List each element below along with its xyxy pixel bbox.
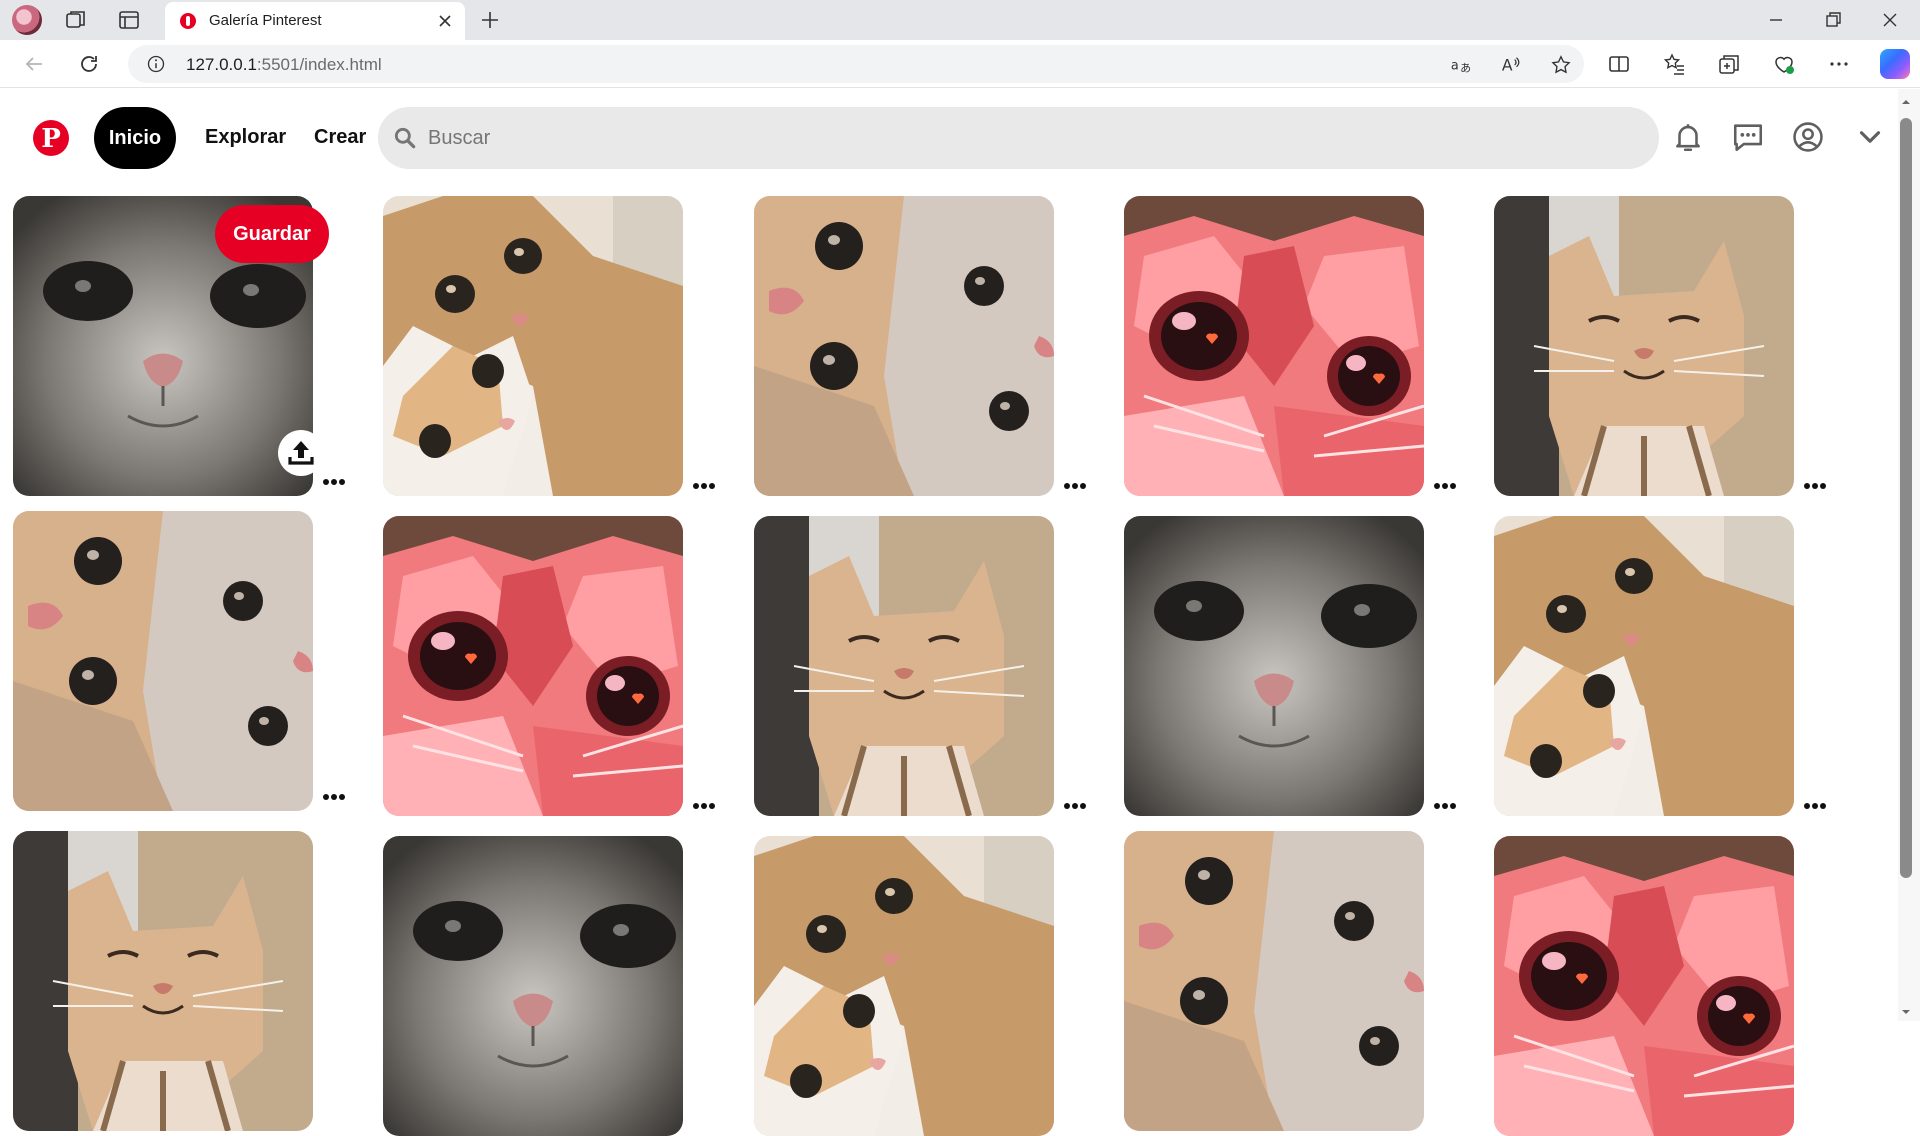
pin-card[interactable] [1494,836,1794,1136]
pin-card[interactable] [754,836,1054,1136]
cats-selfie-image [1124,831,1424,1131]
cats-hugging-image [383,196,683,496]
favorite-star-icon[interactable] [1550,54,1572,76]
read-aloud-icon[interactable]: A [1500,54,1522,76]
more-dots-icon[interactable] [1064,801,1090,811]
more-dots-icon[interactable] [693,481,719,491]
refresh-icon[interactable] [77,52,101,76]
pin-card[interactable] [383,516,683,816]
cats-selfie-image [754,196,1054,496]
url-bar[interactable]: 127.0.0.1:5501/index.html aあ A [128,45,1584,83]
favorites-icon[interactable] [1662,52,1686,76]
cats-hugging-image [754,836,1054,1136]
workspaces-icon[interactable] [64,8,88,32]
more-dots-icon[interactable] [1064,481,1090,491]
pin-card[interactable] [1494,196,1794,496]
svg-text:あ: あ [1460,61,1471,74]
scroll-up-icon[interactable] [1900,96,1912,108]
bell-icon[interactable] [1671,120,1705,154]
cat-smiling-tabby-image [13,831,313,1131]
cat-pink-art-image [383,516,683,816]
tab-title: Galería Pinterest [209,12,322,29]
back-icon[interactable] [22,52,46,76]
svg-text:A: A [1502,57,1513,75]
minimize-icon[interactable] [1764,8,1788,32]
save-button[interactable]: Guardar [215,205,329,263]
more-dots-icon[interactable] [1434,801,1460,811]
scroll-down-icon[interactable] [1900,1006,1912,1018]
browser-tab-active[interactable]: Galería Pinterest [165,2,465,40]
pin-card[interactable] [13,511,313,811]
pin-card[interactable] [13,831,313,1131]
scroll-thumb[interactable] [1900,118,1912,878]
create-link[interactable]: Crear [314,126,366,149]
cat-white-closeup-image [383,836,683,1136]
translate-icon[interactable]: aあ [1450,54,1472,76]
cat-smiling-tabby-image [754,516,1054,816]
user-icon[interactable] [1791,120,1825,154]
more-dots-icon[interactable] [323,792,349,802]
tab-actions-icon[interactable] [117,8,141,32]
cat-smiling-tabby-image [1494,196,1794,496]
cat-pink-art-image [1124,196,1424,496]
search-bar[interactable] [378,107,1659,169]
pin-card[interactable] [383,836,683,1136]
browser-essentials-icon[interactable] [1772,52,1796,76]
upload-icon [288,441,314,465]
pin-card[interactable] [1124,516,1424,816]
more-dots-icon[interactable] [1804,481,1830,491]
split-screen-icon[interactable] [1607,52,1631,76]
cats-selfie-image [13,511,313,811]
more-dots-icon[interactable] [1434,481,1460,491]
close-window-icon[interactable] [1878,8,1902,32]
browser-tab-strip: Galería Pinterest [0,0,1920,40]
more-dots-icon[interactable] [1804,801,1830,811]
new-tab-icon[interactable] [478,8,502,32]
chat-icon[interactable] [1731,120,1765,154]
pinterest-logo-icon[interactable]: P [33,120,69,156]
pin-card[interactable] [754,196,1054,496]
cats-hugging-image [1494,516,1794,816]
copilot-icon[interactable] [1880,49,1910,79]
pinterest-favicon-icon [180,13,196,29]
pin-card[interactable] [754,516,1054,816]
home-button[interactable]: Inicio [94,107,176,169]
search-input[interactable] [428,115,1628,161]
more-dots-icon[interactable] [693,801,719,811]
collections-icon[interactable] [1717,52,1741,76]
cat-pink-art-image [1494,836,1794,1136]
settings-more-icon[interactable] [1827,52,1851,76]
chevron-down-icon[interactable] [1853,120,1887,154]
url-text[interactable]: 127.0.0.1:5501/index.html [186,55,382,75]
cat-white-closeup-image [1124,516,1424,816]
pin-card[interactable] [383,196,683,496]
address-toolbar: 127.0.0.1:5501/index.html aあ A [0,40,1920,88]
restore-icon[interactable] [1821,8,1845,32]
pin-card[interactable] [1124,831,1424,1131]
svg-text:a: a [1451,59,1459,74]
explore-link[interactable]: Explorar [205,126,286,149]
pin-card[interactable] [1494,516,1794,816]
share-upload-button[interactable] [278,430,324,476]
more-dots-icon[interactable] [323,477,349,487]
profile-avatar[interactable] [12,5,42,35]
pin-card[interactable] [1124,196,1424,496]
close-tab-icon[interactable] [433,9,457,33]
site-info-icon[interactable] [146,54,166,74]
search-icon [394,127,416,149]
